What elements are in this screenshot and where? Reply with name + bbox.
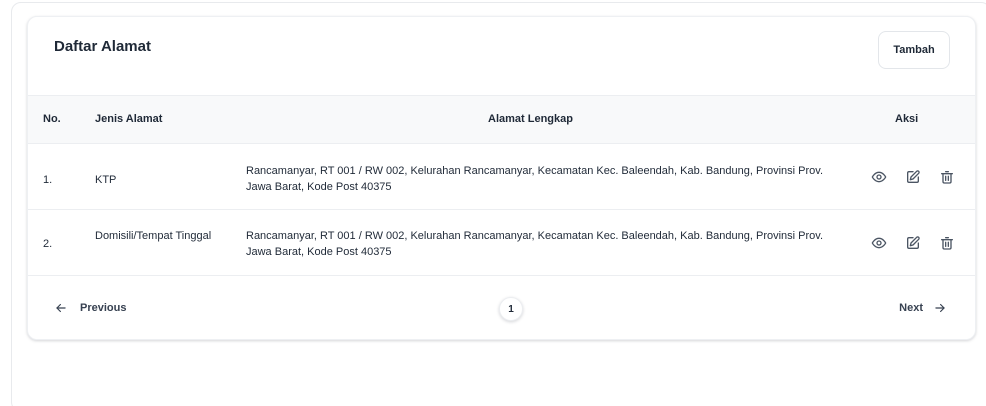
pagination: Previous 1 Next: [28, 277, 975, 341]
previous-page-button[interactable]: Previous: [54, 301, 126, 315]
row-number: 1.: [43, 174, 53, 186]
row-jenis-alamat: KTP: [95, 174, 117, 186]
previous-label: Previous: [80, 302, 127, 314]
row-alamat-lengkap: Rancamanyar, RT 001 / RW 002, Kelurahan …: [246, 230, 824, 258]
next-page-button[interactable]: Next: [899, 301, 947, 315]
row-jenis-alamat: Domisili/Tempat Tinggal: [95, 230, 212, 242]
arrow-right-icon: [933, 301, 947, 315]
header-no: No.: [43, 113, 61, 125]
add-address-button[interactable]: Tambah: [878, 31, 950, 69]
trash-icon[interactable]: [930, 167, 964, 187]
card-header: Daftar Alamat Tambah: [28, 17, 975, 96]
table-row: 1. KTP Rancamanyar, RT 001 / RW 002, Kel…: [28, 145, 975, 210]
edit-icon[interactable]: [896, 167, 930, 187]
eye-icon[interactable]: [862, 167, 896, 187]
header-alamat-lengkap: Alamat Lengkap: [488, 113, 573, 125]
row-actions: [862, 167, 964, 187]
edit-icon[interactable]: [896, 233, 930, 253]
address-list-card: Daftar Alamat Tambah No. Jenis Alamat Al…: [27, 16, 976, 340]
header-aksi: Aksi: [895, 113, 919, 125]
page-title: Daftar Alamat: [54, 38, 151, 55]
row-actions: [862, 233, 964, 253]
next-label: Next: [899, 302, 923, 314]
row-alamat-lengkap: Rancamanyar, RT 001 / RW 002, Kelurahan …: [246, 165, 824, 193]
eye-icon[interactable]: [862, 233, 896, 253]
table-header: No. Jenis Alamat Alamat Lengkap Aksi: [28, 96, 975, 144]
header-jenis-alamat: Jenis Alamat: [95, 113, 163, 125]
trash-icon[interactable]: [930, 233, 964, 253]
table-row: 2. Domisili/Tempat Tinggal Rancamanyar, …: [28, 211, 975, 276]
page-number-button[interactable]: 1: [499, 297, 523, 321]
arrow-left-icon: [54, 301, 68, 315]
row-number: 2.: [43, 238, 53, 250]
